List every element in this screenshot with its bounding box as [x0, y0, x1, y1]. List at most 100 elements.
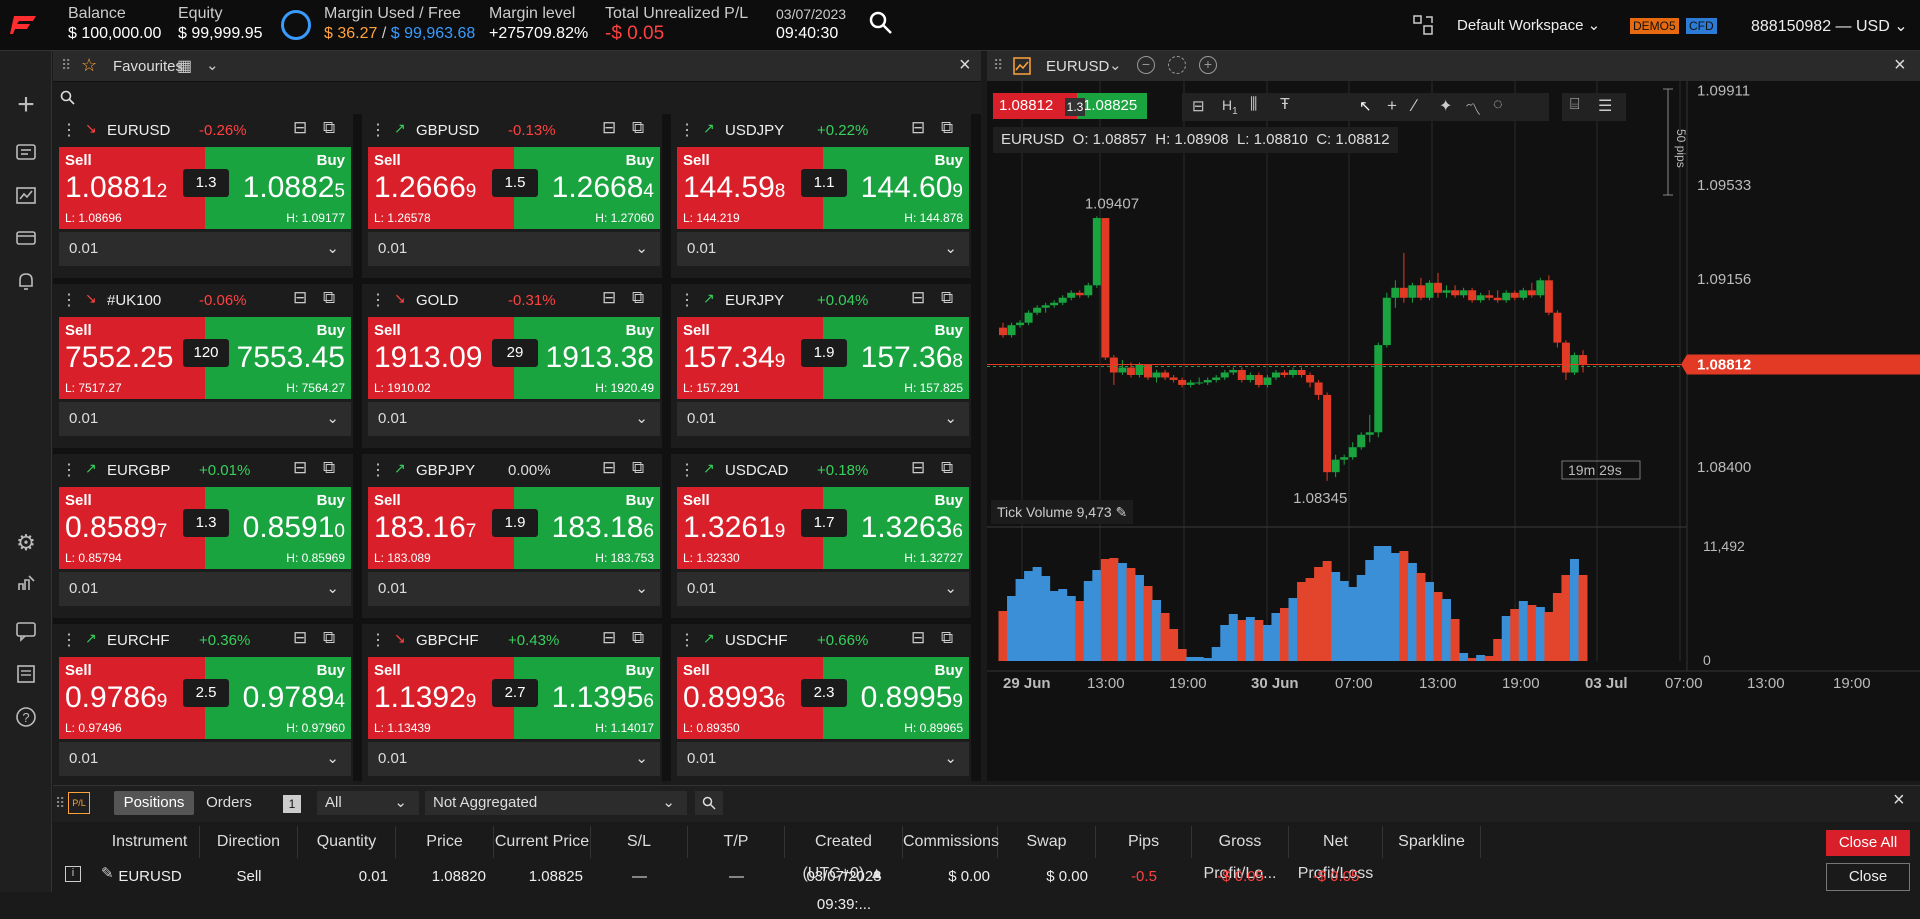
- app-logo[interactable]: [10, 10, 40, 40]
- gear-icon[interactable]: ⚙: [12, 529, 40, 557]
- favourites-title[interactable]: Favourites: [113, 58, 183, 75]
- kebab-menu-icon[interactable]: ⋮: [679, 290, 695, 310]
- zoom-out-icon[interactable]: −: [1137, 56, 1155, 74]
- instrument-symbol[interactable]: EURUSD: [107, 122, 170, 139]
- kebab-menu-icon[interactable]: ⋮: [61, 290, 77, 310]
- lot-size-select[interactable]: 0.01 ⌄: [677, 232, 969, 266]
- crosshair-icon[interactable]: +: [1387, 96, 1397, 116]
- drag-handle-icon[interactable]: ⠿: [993, 57, 1003, 74]
- lot-size-select[interactable]: 0.01 ⌄: [59, 572, 351, 606]
- instrument-symbol[interactable]: GBPUSD: [416, 122, 479, 139]
- search-icon[interactable]: [868, 10, 894, 36]
- trendline-icon[interactable]: ∕: [1413, 96, 1416, 116]
- instrument-symbol[interactable]: GBPJPY: [416, 462, 475, 479]
- close-icon[interactable]: ×: [959, 54, 971, 77]
- drag-handle-icon[interactable]: ⠿: [61, 57, 71, 74]
- order-ticket-icon[interactable]: ⊟: [602, 288, 616, 308]
- bell-icon[interactable]: [12, 270, 40, 298]
- kebab-menu-icon[interactable]: ⋮: [679, 630, 695, 650]
- chart-icon[interactable]: ⧉: [941, 118, 953, 138]
- help-icon[interactable]: ?: [12, 706, 40, 734]
- chart-ask-button[interactable]: 1.08825: [1077, 93, 1147, 119]
- lot-size-select[interactable]: 0.01 ⌄: [677, 572, 969, 606]
- lot-size-select[interactable]: 0.01 ⌄: [677, 742, 969, 776]
- table-row[interactable]: i ✎ Close EURUSD Sell 0.01 1.08820 1.08825— —…: [53, 786, 1920, 913]
- kebab-menu-icon[interactable]: ⋮: [370, 460, 386, 480]
- instrument-symbol[interactable]: USDCAD: [725, 462, 788, 479]
- lot-size-select[interactable]: 0.01 ⌄: [368, 232, 660, 266]
- chart-icon[interactable]: ⧉: [323, 628, 335, 648]
- plus-icon[interactable]: +: [12, 90, 40, 120]
- chart-icon[interactable]: ⧉: [632, 628, 644, 648]
- instrument-symbol[interactable]: EURJPY: [725, 292, 784, 309]
- order-ticket-icon[interactable]: ⊟: [293, 458, 307, 478]
- kebab-menu-icon[interactable]: ⋮: [679, 460, 695, 480]
- order-ticket-icon[interactable]: ⊟: [911, 628, 925, 648]
- price-chart[interactable]: 1.08812 1.09911 1.09533 1.09156 1.08400 1.094…: [987, 81, 1920, 781]
- order-icon[interactable]: [12, 142, 40, 170]
- chart-icon[interactable]: ⧉: [941, 288, 953, 308]
- order-ticket-icon[interactable]: ⊟: [293, 118, 307, 138]
- chevron-down-icon[interactable]: ⌄: [1109, 56, 1122, 74]
- chart-symbol[interactable]: EURUSD: [1046, 58, 1109, 75]
- close-position-button[interactable]: Close: [1826, 863, 1910, 891]
- instrument-symbol[interactable]: EURGBP: [107, 462, 170, 479]
- order-ticket-icon[interactable]: ⊟: [602, 458, 616, 478]
- close-icon[interactable]: ×: [1894, 54, 1906, 77]
- lot-size-select[interactable]: 0.01 ⌄: [59, 402, 351, 436]
- kebab-menu-icon[interactable]: ⋮: [679, 120, 695, 140]
- order-ticket-icon[interactable]: ⊟: [602, 118, 616, 138]
- instrument-symbol[interactable]: USDCHF: [725, 632, 788, 649]
- ray-icon[interactable]: ✦: [1439, 96, 1452, 116]
- zoom-in-icon[interactable]: +: [1199, 56, 1217, 74]
- crosshair-target-icon[interactable]: [1168, 56, 1186, 74]
- order-ticket-icon[interactable]: ⊟: [293, 628, 307, 648]
- kebab-menu-icon[interactable]: ⋮: [370, 120, 386, 140]
- info-icon[interactable]: i: [65, 866, 81, 882]
- lot-size-select[interactable]: 0.01 ⌄: [368, 572, 660, 606]
- instrument-symbol[interactable]: GOLD: [416, 292, 459, 309]
- wallet-icon[interactable]: [12, 227, 40, 255]
- candles-icon[interactable]: ⫼: [1250, 96, 1257, 114]
- chat-icon[interactable]: [12, 620, 40, 648]
- chart-icon[interactable]: ⧉: [323, 458, 335, 478]
- timeframe-selector[interactable]: H1: [1222, 97, 1238, 117]
- chart-icon[interactable]: ⧉: [632, 458, 644, 478]
- instrument-symbol[interactable]: EURCHF: [107, 632, 170, 649]
- lot-size-select[interactable]: 0.01 ⌄: [368, 742, 660, 776]
- order-ticket-icon[interactable]: ⊟: [602, 628, 616, 648]
- shapes-icon[interactable]: ◌: [1493, 96, 1503, 114]
- chart-icon[interactable]: ⧉: [632, 118, 644, 138]
- cursor-icon[interactable]: ↖: [1359, 97, 1372, 115]
- workspace-selector[interactable]: Default Workspace ⌄: [1457, 16, 1600, 34]
- chart-icon[interactable]: ⧉: [632, 288, 644, 308]
- order-ticket-icon[interactable]: ⊟: [911, 458, 925, 478]
- lot-size-select[interactable]: 0.01 ⌄: [59, 232, 351, 266]
- instrument-symbol[interactable]: #UK100: [107, 292, 161, 309]
- paint-roller-icon[interactable]: ⌸: [1570, 96, 1580, 114]
- account-selector[interactable]: 888150982 — USD ⌄: [1751, 16, 1908, 36]
- instrument-symbol[interactable]: GBPCHF: [416, 632, 479, 649]
- kebab-menu-icon[interactable]: ⋮: [61, 630, 77, 650]
- favourites-search-input[interactable]: [53, 82, 981, 114]
- order-icon[interactable]: ⊟: [1192, 97, 1205, 115]
- lot-size-select[interactable]: 0.01 ⌄: [59, 742, 351, 776]
- lot-size-select[interactable]: 0.01 ⌄: [368, 402, 660, 436]
- edit-pencil-icon[interactable]: ✎: [1116, 504, 1128, 520]
- hand-chart-icon[interactable]: [12, 572, 40, 600]
- chart-icon[interactable]: ⧉: [323, 288, 335, 308]
- news-icon[interactable]: [12, 663, 40, 691]
- kebab-menu-icon[interactable]: ⋮: [370, 290, 386, 310]
- chart-icon[interactable]: ⧉: [323, 118, 335, 138]
- instrument-symbol[interactable]: USDJPY: [725, 122, 784, 139]
- chart-icon[interactable]: ⧉: [941, 628, 953, 648]
- order-ticket-icon[interactable]: ⊟: [911, 288, 925, 308]
- volume-indicator-title[interactable]: Tick Volume 9,473 ✎: [991, 500, 1134, 524]
- order-ticket-icon[interactable]: ⊟: [911, 118, 925, 138]
- grid-view-icon[interactable]: ▦: [177, 56, 192, 76]
- chart-icon[interactable]: ⧉: [941, 458, 953, 478]
- workspace-icon[interactable]: [1412, 14, 1434, 36]
- indicators-icon[interactable]: Ŧ: [1280, 96, 1290, 114]
- order-ticket-icon[interactable]: ⊟: [293, 288, 307, 308]
- kebab-menu-icon[interactable]: ⋮: [61, 120, 77, 140]
